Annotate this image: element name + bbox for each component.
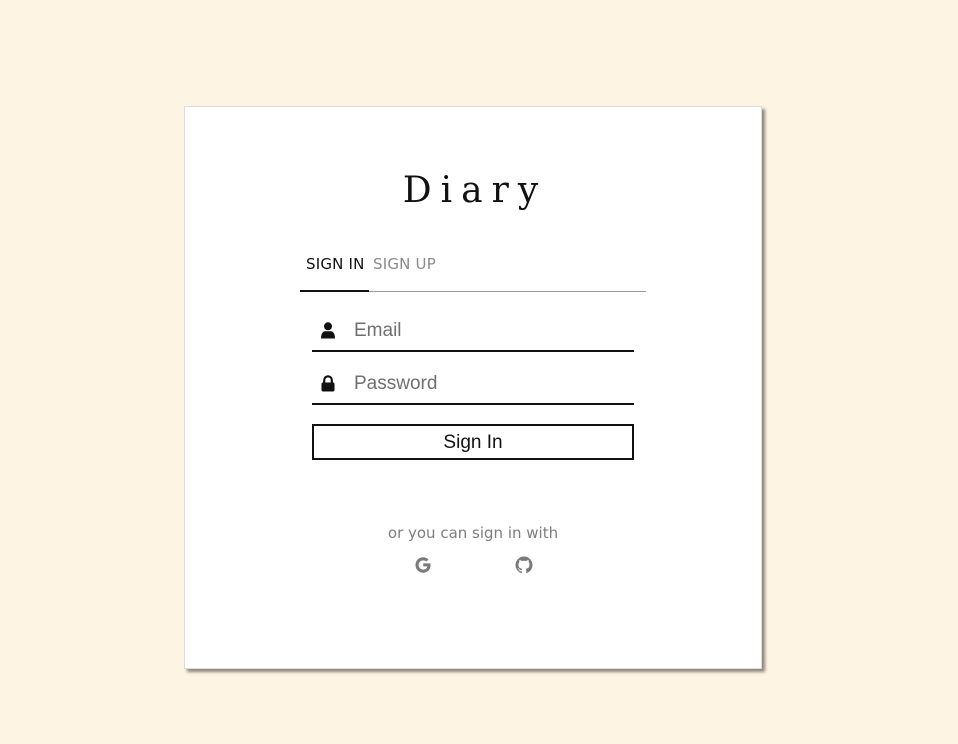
- tab-sign-up[interactable]: SIGN UP: [373, 255, 436, 273]
- app-title: Diary: [402, 170, 548, 211]
- email-input[interactable]: [354, 318, 624, 344]
- active-tab-indicator: [300, 290, 369, 292]
- email-field-wrapper: [312, 314, 634, 352]
- password-input[interactable]: [354, 371, 624, 397]
- lock-icon: [321, 375, 335, 392]
- github-icon[interactable]: [514, 555, 534, 575]
- signin-card: Diary SIGN IN SIGN UP Sign In or you can…: [184, 106, 762, 669]
- password-field-wrapper: [312, 367, 634, 405]
- auth-tabs: SIGN IN SIGN UP: [300, 251, 646, 292]
- tab-sign-in[interactable]: SIGN IN: [306, 255, 365, 273]
- alt-signin-text: or you can sign in with: [387, 524, 559, 542]
- sign-in-button[interactable]: Sign In: [312, 424, 634, 460]
- google-icon[interactable]: [413, 555, 433, 575]
- user-icon: [321, 322, 335, 339]
